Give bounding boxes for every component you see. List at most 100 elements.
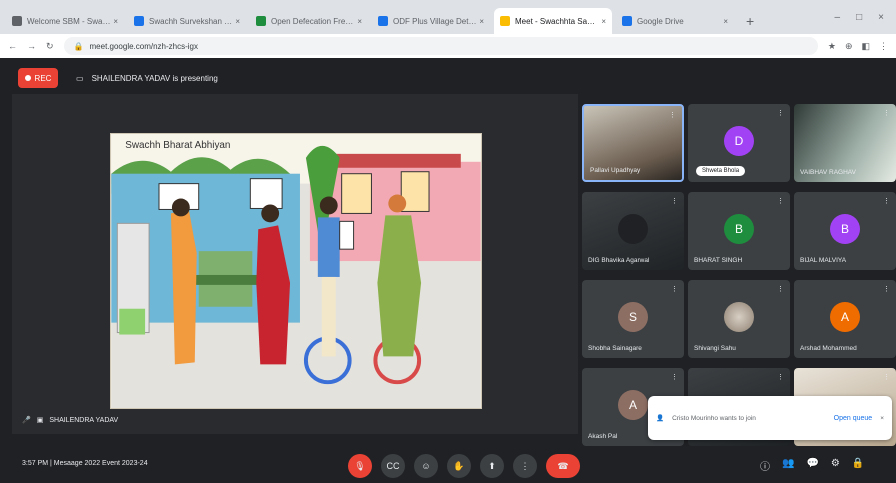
forward-icon[interactable]: → bbox=[27, 41, 36, 51]
toast-close-icon[interactable]: × bbox=[880, 415, 884, 422]
participant-tile[interactable]: ⋮ DIG Bhavika Agarwal bbox=[582, 192, 684, 270]
tile-menu-icon[interactable]: ⋮ bbox=[883, 197, 890, 205]
tab-title: Open Defecation Free Village bbox=[271, 16, 358, 26]
participant-avatar: B bbox=[724, 214, 754, 244]
participant-tile[interactable]: B ⋮ BIJAL MALVIYA bbox=[794, 192, 896, 270]
participant-tile[interactable]: B ⋮ BHARAT SINGH bbox=[688, 192, 790, 270]
minimize-icon[interactable]: – bbox=[835, 12, 841, 23]
host-controls-icon[interactable]: 🔒 bbox=[852, 458, 864, 473]
rec-label: REC bbox=[34, 73, 52, 83]
shared-slide: Swachh Bharat Abhiyan bbox=[110, 133, 482, 409]
participant-name: BHARAT SINGH bbox=[694, 257, 743, 264]
tab-favicon-icon bbox=[134, 16, 144, 26]
tab-title: ODF Plus Village Details bbox=[393, 16, 480, 26]
tile-menu-icon[interactable]: ⋮ bbox=[883, 373, 890, 381]
browser-tab[interactable]: Swachh Survekshan Grameen 2023× bbox=[128, 8, 246, 34]
info-icon[interactable]: ⓘ bbox=[760, 458, 770, 473]
present-button[interactable]: ⬆ bbox=[480, 454, 504, 478]
participant-tile[interactable]: ⋮ Shivangi Sahu bbox=[688, 280, 790, 358]
tab-close-icon[interactable]: × bbox=[479, 17, 484, 26]
menu-icon[interactable]: ⋮ bbox=[879, 41, 888, 52]
tile-menu-icon[interactable]: ⋮ bbox=[671, 285, 678, 293]
meet-bottom-bar: 3:57 PM | Mesaage 2022 Event 2023-24 🎙 C… bbox=[0, 448, 896, 483]
emoji-button[interactable]: ☺ bbox=[414, 454, 438, 478]
sidebar-icon[interactable]: ◧ bbox=[861, 41, 870, 52]
activities-icon[interactable]: ⚙ bbox=[831, 458, 840, 473]
presenter-name-tag: 🎤 ▣ SHAILENDRA YADAV bbox=[22, 416, 118, 425]
participant-tile[interactable]: A ⋮ Arshad Mohammed bbox=[794, 280, 896, 358]
browser-tab-bar: Welcome SBM - Swachh Bharat Mission×Swac… bbox=[0, 0, 896, 34]
participant-photo bbox=[618, 214, 648, 244]
participant-name: Pallavi Upadhyay bbox=[590, 167, 641, 174]
participant-avatar: A bbox=[830, 302, 860, 332]
meeting-time: 3:57 PM bbox=[22, 460, 49, 467]
more-options-button[interactable]: ⋮ bbox=[513, 454, 537, 478]
bookmark-icon[interactable]: ★ bbox=[828, 41, 836, 52]
browser-tab[interactable]: Open Defecation Free Village× bbox=[250, 8, 368, 34]
tab-close-icon[interactable]: × bbox=[113, 17, 118, 26]
reload-icon[interactable]: ↻ bbox=[46, 41, 54, 52]
participant-tile[interactable]: ⋮ VAIBHAV RAGHAV bbox=[794, 104, 896, 182]
tab-favicon-icon bbox=[256, 16, 266, 26]
tab-close-icon[interactable]: × bbox=[357, 17, 362, 26]
participant-name: Akash Pal bbox=[588, 433, 618, 440]
tile-menu-icon[interactable]: ⋮ bbox=[883, 285, 890, 293]
chat-icon[interactable]: 💬 bbox=[806, 458, 818, 473]
tab-favicon-icon bbox=[378, 16, 388, 26]
browser-tab[interactable]: ODF Plus Village Details × bbox=[372, 8, 490, 34]
participant-avatar: B bbox=[830, 214, 860, 244]
participant-tile[interactable]: S ⋮ Shobha Sainagare bbox=[582, 280, 684, 358]
maximize-icon[interactable]: □ bbox=[856, 12, 862, 23]
tile-menu-icon[interactable]: ⋮ bbox=[777, 109, 784, 117]
toast-text: Cristo Mourinho wants to join bbox=[672, 414, 756, 422]
participant-name: DIG Bhavika Agarwal bbox=[588, 257, 650, 264]
browser-toolbar: ← → ↻ 🔒 meet.google.com/nzh-zhcs-igx ★ ⊕… bbox=[0, 34, 896, 58]
end-call-button[interactable]: ☎ bbox=[546, 454, 580, 478]
tab-title: Welcome SBM - Swachh Bharat Mission bbox=[27, 16, 114, 26]
tab-favicon-icon bbox=[12, 16, 22, 26]
tab-close-icon[interactable]: × bbox=[235, 17, 240, 26]
extension-icon[interactable]: ⊕ bbox=[845, 41, 853, 52]
present-screen-icon: ▣ bbox=[36, 417, 44, 424]
tab-title: Swachh Survekshan Grameen 2023 bbox=[149, 16, 235, 26]
participant-photo bbox=[724, 302, 754, 332]
open-queue-button[interactable]: Open queue bbox=[834, 415, 873, 422]
tile-menu-icon[interactable]: ⋮ bbox=[671, 197, 678, 205]
close-window-icon[interactable]: × bbox=[878, 12, 884, 23]
participant-avatar: S bbox=[618, 302, 648, 332]
people-icon[interactable]: 👥 bbox=[782, 458, 794, 473]
tile-menu-icon[interactable]: ⋮ bbox=[669, 111, 676, 119]
back-icon[interactable]: ← bbox=[8, 41, 17, 51]
address-bar[interactable]: 🔒 meet.google.com/nzh-zhcs-igx bbox=[63, 37, 818, 55]
raise-hand-button[interactable]: ✋ bbox=[447, 454, 471, 478]
person-icon: 👤 bbox=[656, 415, 665, 422]
tile-menu-icon[interactable]: ⋮ bbox=[777, 373, 784, 381]
participant-tile[interactable]: D ⋮ Shweta Bhola bbox=[688, 104, 790, 182]
browser-tab[interactable]: Google Drive × bbox=[616, 8, 734, 34]
new-tab-button[interactable]: + bbox=[738, 13, 762, 34]
presenting-text: SHAILENDRA YADAV is presenting bbox=[91, 73, 218, 83]
lock-icon: 🔒 bbox=[73, 41, 84, 51]
join-request-toast: 👤 Cristo Mourinho wants to join Open que… bbox=[648, 396, 892, 440]
browser-tab[interactable]: Welcome SBM - Swachh Bharat Mission× bbox=[6, 8, 124, 34]
browser-tab[interactable]: Meet - Swachhta Samvad × bbox=[494, 8, 612, 34]
participant-name: Arshad Mohammed bbox=[800, 345, 857, 352]
participant-name: Shobha Sainagare bbox=[588, 345, 642, 352]
participant-avatar: D bbox=[724, 126, 754, 156]
tab-close-icon[interactable]: × bbox=[601, 17, 606, 26]
tab-title: Meet - Swachhta Samvad bbox=[515, 16, 602, 26]
captions-button[interactable]: CC bbox=[381, 454, 405, 478]
toolbar-icons: ★ ⊕ ◧ ⋮ bbox=[828, 41, 888, 52]
participant-name: BIJAL MALVIYA bbox=[800, 257, 847, 264]
tile-menu-icon[interactable]: ⋮ bbox=[883, 109, 890, 117]
tile-menu-icon[interactable]: ⋮ bbox=[777, 285, 784, 293]
tile-menu-icon[interactable]: ⋮ bbox=[777, 197, 784, 205]
mic-off-button[interactable]: 🎙 bbox=[348, 454, 372, 478]
meeting-info: 3:57 PM | Mesaage 2022 Event 2023-24 bbox=[22, 460, 148, 467]
tab-close-icon[interactable]: × bbox=[723, 17, 728, 26]
record-dot-icon bbox=[24, 75, 31, 81]
tile-menu-icon[interactable]: ⋮ bbox=[671, 373, 678, 381]
mic-icon: 🎤 bbox=[22, 417, 31, 424]
tab-favicon-icon bbox=[500, 16, 510, 26]
participant-tile[interactable]: ⋮ Pallavi Upadhyay bbox=[582, 104, 684, 182]
